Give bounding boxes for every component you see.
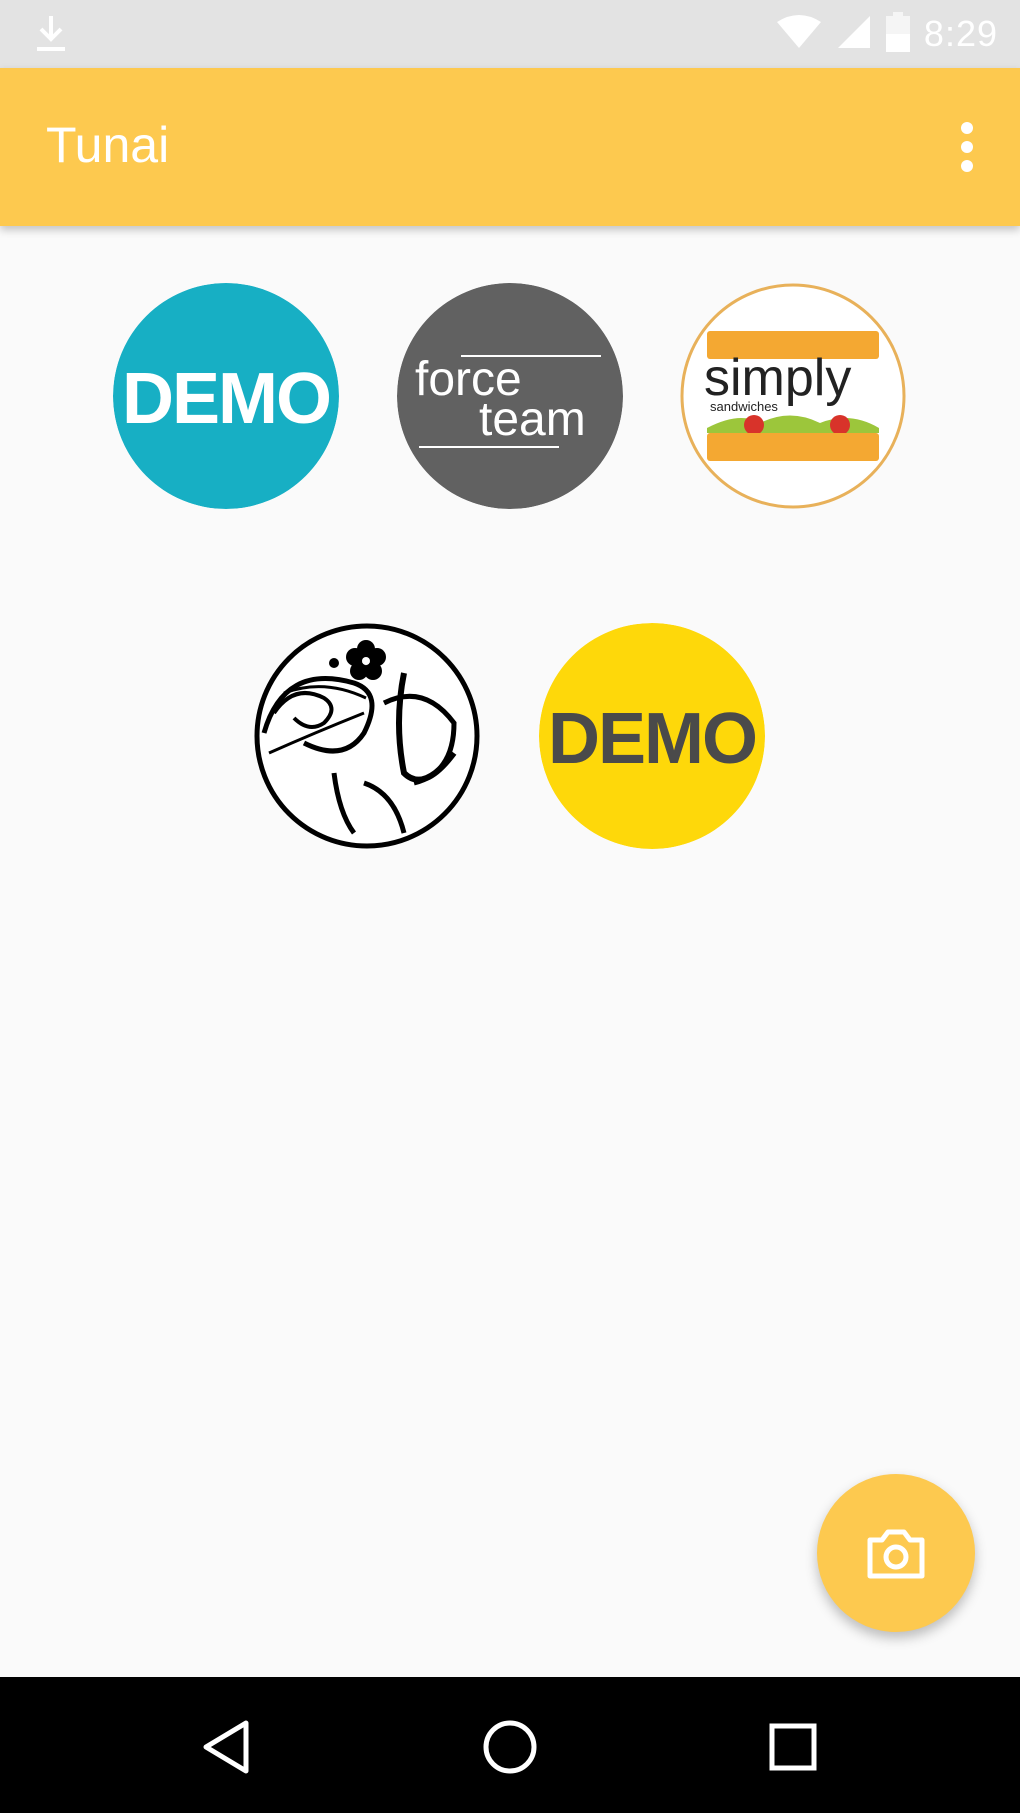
navigation-bar	[0, 1677, 1020, 1813]
camera-fab-button[interactable]	[817, 1474, 975, 1632]
calligraphy-logo	[254, 623, 480, 849]
wifi-icon	[776, 14, 822, 55]
merchant-calligraphy[interactable]	[254, 623, 480, 849]
demo-teal-label: DEMO	[122, 359, 330, 439]
status-bar: 8:29	[0, 0, 1020, 68]
demo-logo: DEMO	[539, 623, 765, 849]
back-icon[interactable]	[188, 1707, 268, 1787]
battery-icon	[885, 11, 910, 57]
sandwiches-label: sandwiches	[710, 399, 778, 414]
team-label: team	[479, 393, 586, 446]
merchant-force-team[interactable]: force team	[397, 283, 623, 509]
status-time: 8:29	[923, 13, 998, 54]
merchant-demo-teal[interactable]: DEMO	[113, 283, 339, 509]
recents-icon[interactable]	[753, 1707, 833, 1787]
simply-sandwiches-logo: simply sandwiches	[680, 283, 906, 509]
app-title: Tunai	[46, 117, 170, 173]
more-vertical-icon[interactable]	[952, 122, 982, 174]
app-bar: Tunai	[0, 68, 1020, 226]
camera-icon	[867, 1529, 925, 1579]
home-icon[interactable]	[470, 1707, 550, 1787]
download-icon	[34, 14, 68, 59]
demo-yellow-label: DEMO	[548, 699, 756, 779]
signal-icon	[836, 14, 872, 55]
merchant-demo-yellow[interactable]: DEMO	[539, 623, 765, 849]
merchant-simply-sandwiches[interactable]: simply sandwiches	[680, 283, 906, 509]
demo-logo: DEMO	[113, 283, 339, 509]
force-team-logo: force team	[397, 283, 623, 509]
